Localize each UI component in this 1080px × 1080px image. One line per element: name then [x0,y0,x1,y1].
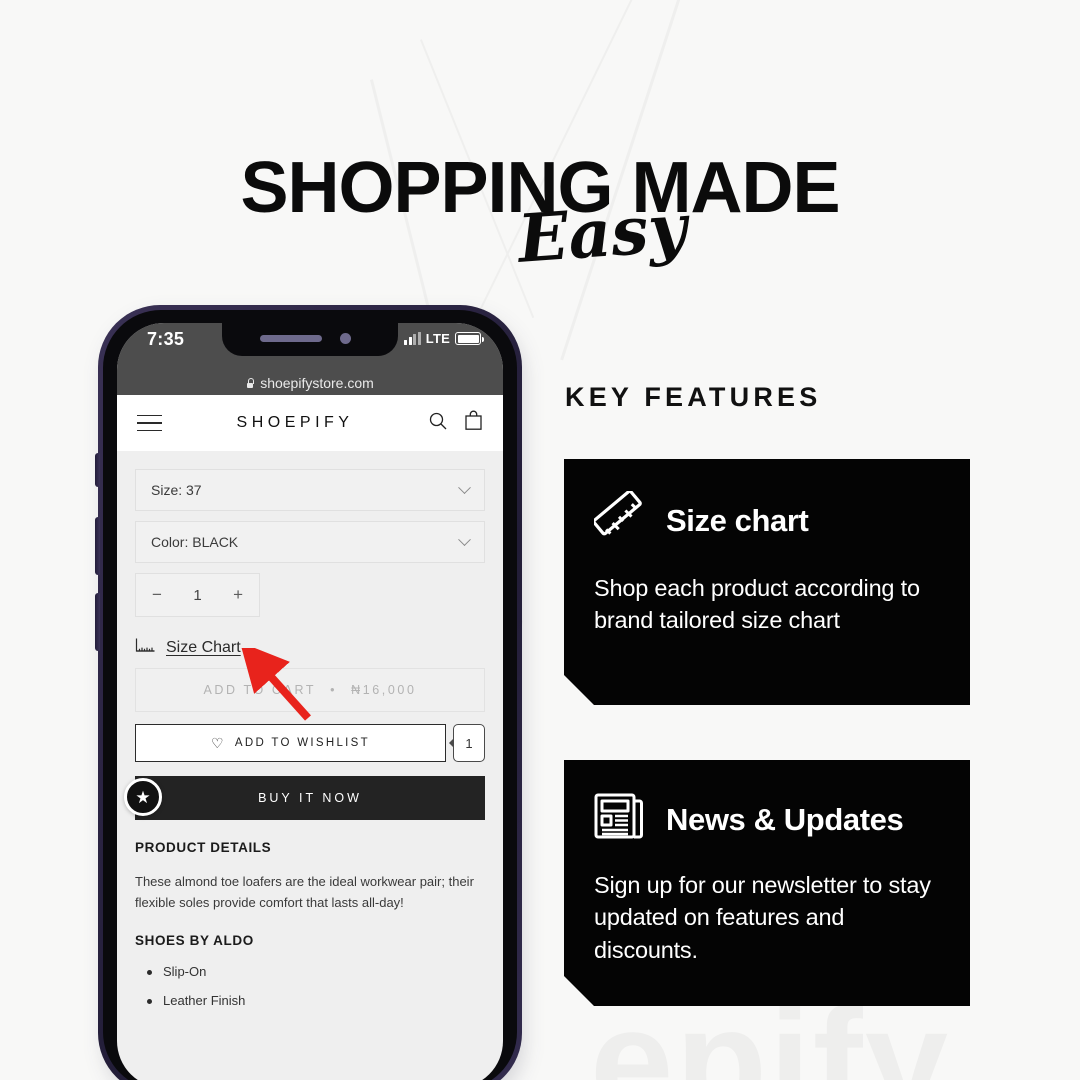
list-item: Slip-On [135,964,485,979]
product-description: These almond toe loafers are the ideal w… [135,874,474,911]
quantity-increase-button[interactable]: + [233,585,243,605]
status-bar: 7:35 LTE shoepifystore.com [117,323,503,395]
wishlist-label: ADD TO WISHLIST [234,737,370,749]
network-label: LTE [425,331,450,346]
feature-card-body: Sign up for our newsletter to stay updat… [594,872,931,963]
buy-it-now-button[interactable]: BUY IT NOW [135,776,485,820]
color-select-label: Color: BLACK [151,534,239,550]
feature-card-header: News & Updates [594,792,940,847]
shopping-bag-icon[interactable] [464,410,483,436]
cart-price: ₦16,000 [351,683,417,697]
add-to-wishlist-button[interactable]: ♡ ADD TO WISHLIST [135,724,446,762]
headline: SHOPPING MADE Easy [0,152,1080,278]
product-feature-list: Slip-On Leather Finish [135,964,485,1008]
signal-bars-icon [404,332,421,345]
star-badge[interactable]: ★ [124,778,162,816]
header-icons [428,410,483,436]
feature-card-header: Size chart [594,491,940,550]
product-page-body: Size: 37 Color: BLACK − 1 + Size Chart A… [117,451,503,1009]
feature-card-body: Shop each product according to brand tai… [594,575,920,634]
brand-heading: SHOES BY ALDO [135,933,254,949]
feature-card-size-chart: Size chart Shop each product according t… [564,459,970,705]
chevron-down-icon [458,480,471,494]
quantity-decrease-button[interactable]: − [152,585,162,605]
ruler-icon [594,491,648,550]
phone-volume-down-button[interactable] [95,593,100,651]
size-select-label: Size: 37 [151,482,202,498]
store-brand-logo[interactable]: SHOEPIFY [237,414,354,432]
size-select[interactable]: Size: 37 [135,469,485,511]
newspaper-icon [594,792,648,847]
annotation-arrow [240,648,311,721]
quantity-value: 1 [193,586,202,604]
battery-icon [455,332,484,345]
poster-canvas: epify SHOPPING MADE Easy 7:35 LTE shoepi… [0,0,1080,1080]
feature-card-title: News & Updates [666,801,904,837]
key-features-title: KEY FEATURES [565,382,822,412]
earpiece-speaker [260,335,322,342]
search-icon[interactable] [428,411,448,436]
headline-script: Easy [515,188,690,278]
phone-notch [222,323,398,356]
wishlist-row: ♡ ADD TO WISHLIST 1 [135,724,485,762]
front-camera-icon [340,333,351,344]
browser-url-bar[interactable]: shoepifystore.com [117,375,503,391]
cart-separator: • [330,683,338,697]
buy-now-label: BUY IT NOW [258,791,362,805]
list-item: Leather Finish [135,993,485,1008]
chevron-down-icon [458,532,471,546]
size-chart-link[interactable]: Size Chart [166,639,241,657]
wishlist-count-badge: 1 [449,724,485,762]
site-header: SHOEPIFY [117,395,503,451]
lock-icon [246,378,255,388]
color-select[interactable]: Color: BLACK [135,521,485,563]
heart-icon: ♡ [211,734,226,751]
phone-mute-button[interactable] [95,453,100,487]
quantity-stepper[interactable]: − 1 + [135,573,260,617]
status-indicators: LTE [404,331,484,346]
phone-volume-up-button[interactable] [95,517,100,575]
feature-card-news-updates: News & Updates Sign up for our newslette… [564,760,970,1006]
status-time: 7:35 [147,329,185,349]
url-text: shoepifystore.com [260,375,374,391]
hamburger-icon[interactable] [137,414,162,432]
feature-card-title: Size chart [666,502,809,538]
product-details-heading: PRODUCT DETAILS [135,840,272,855]
ruler-icon [135,637,157,658]
